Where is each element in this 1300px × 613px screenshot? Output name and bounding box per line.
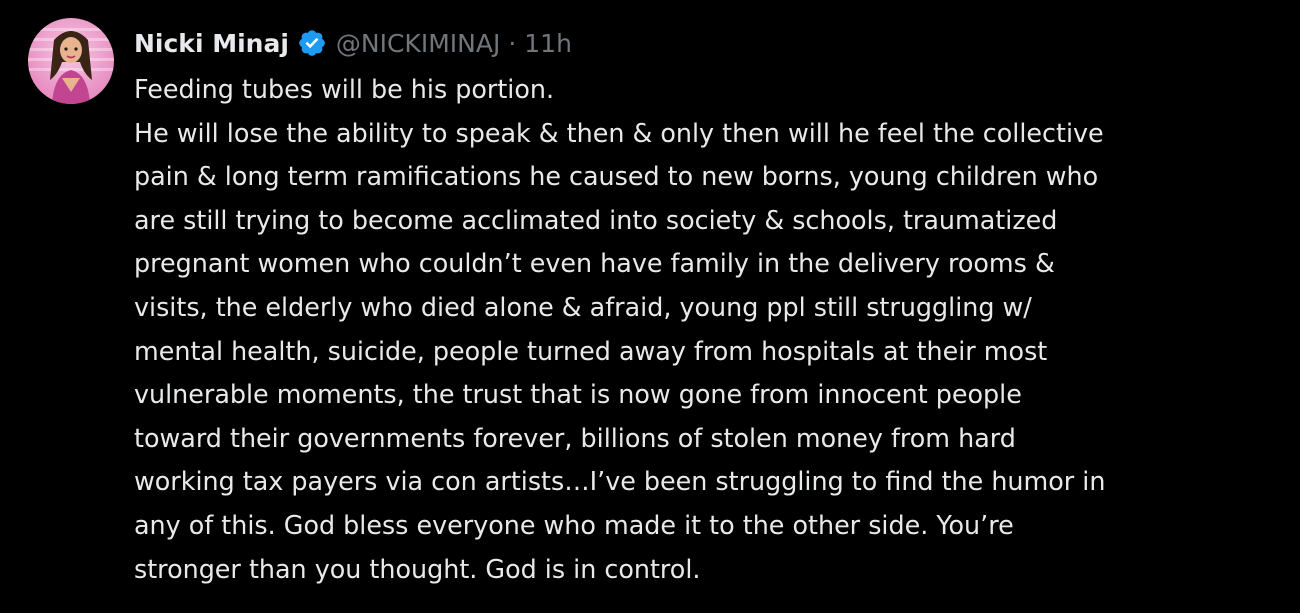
header-separator: · [508,28,517,58]
tweet-text-line: visits, the elderly who died alone & afr… [134,291,1032,322]
tweet-text-line: mental health, suicide, people turned aw… [134,335,1048,366]
tweet-text-line: Feeding tubes will be his portion. [134,74,555,104]
avatar-image [28,18,114,104]
tweet-timestamp[interactable]: 11h [524,29,572,58]
profile-avatar[interactable] [28,18,114,104]
tweet-text-line: are still trying to become acclimated in… [134,204,1058,235]
tweet: Nicki Minaj @NICKIMINAJ · 11h Feeding tu… [0,0,1300,613]
tweet-text-line: pain & long term ramifications he caused… [134,161,1099,192]
tweet-text-line: He will lose the ability to speak & then… [134,117,1104,148]
tweet-text-line: working tax payers via con artists…I’ve … [134,466,1106,497]
tweet-text-line: toward their governments forever, billio… [134,422,1016,453]
tweet-text-line: pregnant women who couldn’t even have fa… [134,248,1055,279]
author-display-name[interactable]: Nicki Minaj [134,29,289,58]
tweet-text: Feeding tubes will be his portion. He wi… [134,68,1284,591]
tweet-text-line: any of this. God bless everyone who made… [134,509,1014,540]
tweet-header: Nicki Minaj @NICKIMINAJ · 11h [134,24,572,62]
tweet-text-line: stronger than you thought. God is in con… [134,553,701,584]
tweet-text-line: vulnerable moments, the trust that is no… [134,379,1022,410]
verified-badge-icon [297,28,327,58]
author-handle[interactable]: @NICKIMINAJ [336,29,500,58]
